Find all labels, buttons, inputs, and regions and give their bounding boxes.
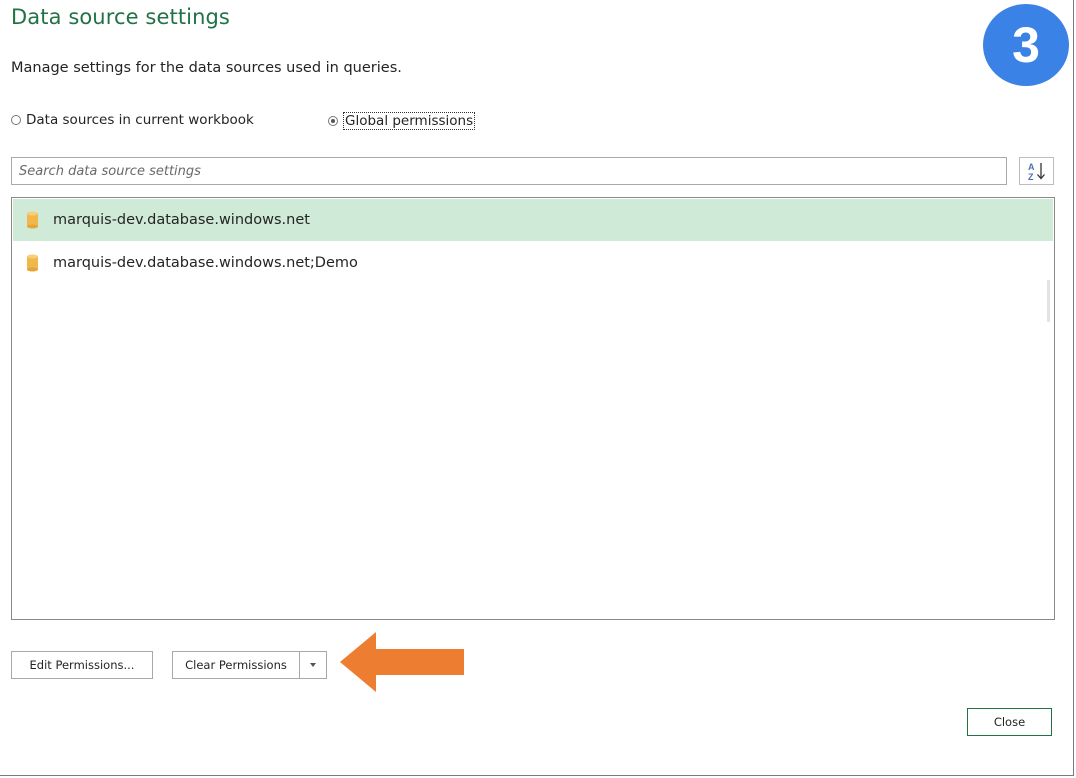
radio-label-global-permissions: Global permissions: [343, 112, 476, 130]
sort-ascending-icon: A Z: [1028, 162, 1045, 182]
clear-permissions-split-button: Clear Permissions: [172, 651, 327, 679]
arrow-left-icon: [340, 632, 464, 692]
data-source-name: marquis-dev.database.windows.net;Demo: [53, 255, 358, 271]
edit-permissions-button[interactable]: Edit Permissions...: [11, 651, 153, 679]
database-icon: [27, 254, 38, 272]
step-number-badge: 3: [983, 4, 1069, 86]
clear-permissions-button[interactable]: Clear Permissions: [173, 652, 300, 678]
radio-button-checked[interactable]: [328, 116, 338, 126]
dialog-title: Data source settings: [11, 5, 230, 29]
chevron-down-icon: [310, 663, 316, 667]
radio-label-current-workbook: Data sources in current workbook: [26, 112, 254, 128]
sort-button[interactable]: A Z: [1019, 157, 1054, 185]
radio-global-permissions[interactable]: Global permissions: [328, 112, 476, 130]
list-item[interactable]: marquis-dev.database.windows.net: [13, 199, 1053, 241]
close-button[interactable]: Close: [967, 708, 1052, 736]
search-input[interactable]: [12, 158, 1006, 184]
svg-text:A: A: [1028, 162, 1035, 172]
scrollbar-thumb[interactable]: [1047, 280, 1050, 322]
list-item[interactable]: marquis-dev.database.windows.net;Demo: [13, 242, 1053, 284]
data-source-settings-dialog: Data source settings 3 Manage settings f…: [0, 0, 1074, 776]
svg-text:Z: Z: [1028, 172, 1034, 182]
clear-permissions-dropdown[interactable]: [300, 652, 326, 678]
data-source-list: marquis-dev.database.windows.net marquis…: [11, 197, 1055, 620]
data-source-name: marquis-dev.database.windows.net: [53, 212, 310, 228]
database-icon: [27, 211, 38, 229]
dialog-subtitle: Manage settings for the data sources use…: [11, 60, 402, 76]
search-box: [11, 157, 1007, 185]
radio-button-unchecked[interactable]: [11, 115, 21, 125]
radio-current-workbook[interactable]: Data sources in current workbook: [11, 112, 254, 128]
